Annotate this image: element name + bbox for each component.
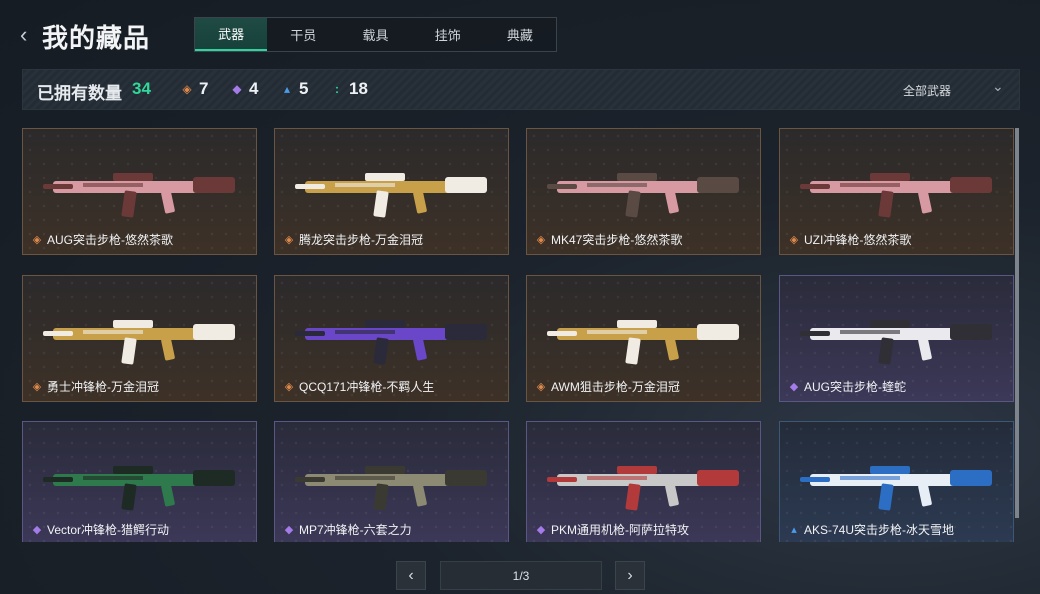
item-label: ◆ AUG突击步枪-蝰蛇 [788,378,906,395]
prev-page-button[interactable]: ‹ [396,561,426,590]
collection-item-card[interactable]: ◈ MK47突击步枪-悠然茶歌 [526,128,761,255]
item-name: MP7冲锋枪-六套之力 [299,523,412,537]
collection-item-card[interactable]: ◈ AWM狙击步枪-万金泪冠 [526,275,761,402]
purple-rarity-icon: ◆ [284,524,294,536]
item-name: MK47突击步枪-悠然茶歌 [551,233,683,247]
chevron-right-icon: › [627,566,633,584]
weapon-image [800,173,992,218]
collection-item-card[interactable]: ◈ UZI冲锋枪-悠然茶歌 [779,128,1014,255]
blue-count-value: 5 [299,79,309,98]
blue-triangle-icon: ▴ [283,82,291,96]
tab-vehicles[interactable]: 载具 [339,18,411,51]
item-label: ◈ MK47突击步枪-悠然茶歌 [535,231,683,248]
orange-rarity-count: ◈ 7 [181,79,208,99]
stats-bar: 已拥有数量 34 ◈ 7 ◆ 4 ▴ 5 : 18 全部武器 ⌄ [22,69,1020,110]
weapon-image [295,173,487,218]
orange-diamond-icon: ◈ [182,82,192,96]
item-name: QCQ171冲锋枪-不羁人生 [299,380,435,394]
collection-item-card[interactable]: ◆ PKM通用机枪-阿萨拉特攻 [526,421,761,542]
page-title: 我的藏品 [42,23,151,53]
purple-count-value: 4 [249,79,259,98]
orange-rarity-icon: ◈ [536,234,546,246]
item-name: 勇士冲锋枪-万金泪冠 [47,380,159,394]
item-name: Vector冲锋枪-猎鳄行动 [47,523,170,537]
item-label: ◈ 腾龙突击步枪-万金泪冠 [283,231,423,248]
purple-rarity-count: ◆ 4 [231,79,258,99]
collection-item-card[interactable]: ◆ AUG突击步枪-蝰蛇 [779,275,1014,402]
next-page-button[interactable]: › [615,561,645,590]
item-label: ▴ AKS-74U突击步枪-冰天雪地 [788,521,954,538]
tab-weapons[interactable]: 武器 [195,18,268,51]
owned-count: 34 [132,79,151,98]
scrollbar-thumb[interactable] [1015,128,1019,518]
orange-rarity-icon: ◈ [32,381,42,393]
weapon-image [43,466,235,511]
item-label: ◆ Vector冲锋枪-猎鳄行动 [31,521,169,538]
weapon-image [547,173,739,218]
weapon-image [800,320,992,365]
collection-item-card[interactable]: ▴ AKS-74U突击步枪-冰天雪地 [779,421,1014,542]
orange-rarity-icon: ◈ [536,381,546,393]
item-label: ◆ MP7冲锋枪-六套之力 [283,521,412,538]
tab-collection[interactable]: 典藏 [484,18,556,51]
teal-dots-icon: : [335,82,339,96]
collection-item-card[interactable]: ◈ AUG突击步枪-悠然茶歌 [22,128,257,255]
weapon-image [547,466,739,511]
weapon-image [800,466,992,511]
weapon-image [43,320,235,365]
tab-charms[interactable]: 挂饰 [412,18,484,51]
collection-item-card[interactable]: ◆ Vector冲锋枪-猎鳄行动 [22,421,257,542]
purple-diamond-icon: ◆ [232,82,242,96]
item-label: ◈ UZI冲锋枪-悠然茶歌 [788,231,912,248]
item-name: 腾龙突击步枪-万金泪冠 [299,233,423,247]
item-label: ◈ 勇士冲锋枪-万金泪冠 [31,378,159,395]
weapon-image [43,173,235,218]
item-name: AUG突击步枪-悠然茶歌 [47,233,174,247]
scrollbar[interactable] [1015,128,1019,518]
collection-grid: ◈ AUG突击步枪-悠然茶歌 ◈ 腾龙突击步枪-万金泪冠 ◈ MK47突击步枪-悠然茶歌 ◈… [22,128,1014,542]
chevron-left-icon: ‹ [408,566,414,584]
collection-item-card[interactable]: ◈ 勇士冲锋枪-万金泪冠 [22,275,257,402]
teal-count-value: 18 [349,79,368,98]
item-name: AKS-74U突击步枪-冰天雪地 [804,523,955,537]
purple-rarity-icon: ◆ [789,381,799,393]
orange-rarity-icon: ◈ [789,234,799,246]
blue-rarity-icon: ▴ [791,524,797,536]
page-indicator: 1/3 [440,561,602,590]
chevron-down-icon[interactable]: ⌄ [992,78,1008,94]
back-button[interactable]: ‹ [20,24,36,46]
category-tabs: 武器 干员 载具 挂饰 典藏 [194,17,557,52]
item-label: ◆ PKM通用机枪-阿萨拉特攻 [535,521,689,538]
collection-item-card[interactable]: ◈ QCQ171冲锋枪-不羁人生 [274,275,509,402]
weapon-image [547,320,739,365]
orange-rarity-icon: ◈ [284,381,294,393]
item-label: ◈ AWM狙击步枪-万金泪冠 [535,378,680,395]
item-name: UZI冲锋枪-悠然茶歌 [804,233,912,247]
orange-count-value: 7 [199,79,209,98]
item-name: AWM狙击步枪-万金泪冠 [551,380,680,394]
weapon-image [295,320,487,365]
purple-rarity-icon: ◆ [536,524,546,536]
header: ‹ 我的藏品 武器 干员 载具 挂饰 典藏 [0,0,1040,66]
item-name: PKM通用机枪-阿萨拉特攻 [551,523,690,537]
tab-operators[interactable]: 干员 [267,18,339,51]
orange-rarity-icon: ◈ [284,234,294,246]
collection-item-card[interactable]: ◆ MP7冲锋枪-六套之力 [274,421,509,542]
collection-item-card[interactable]: ◈ 腾龙突击步枪-万金泪冠 [274,128,509,255]
purple-rarity-icon: ◆ [32,524,42,536]
item-label: ◈ QCQ171冲锋枪-不羁人生 [283,378,435,395]
orange-rarity-icon: ◈ [32,234,42,246]
chevron-left-icon: ‹ [20,22,28,47]
blue-rarity-count: ▴ 5 [281,79,308,99]
teal-rarity-count: : 18 [331,79,368,99]
item-name: AUG突击步枪-蝰蛇 [804,380,907,394]
item-label: ◈ AUG突击步枪-悠然茶歌 [31,231,173,248]
weapon-filter-dropdown[interactable]: 全部武器 [903,82,951,99]
weapon-image [295,466,487,511]
owned-label: 已拥有数量 [37,84,122,103]
